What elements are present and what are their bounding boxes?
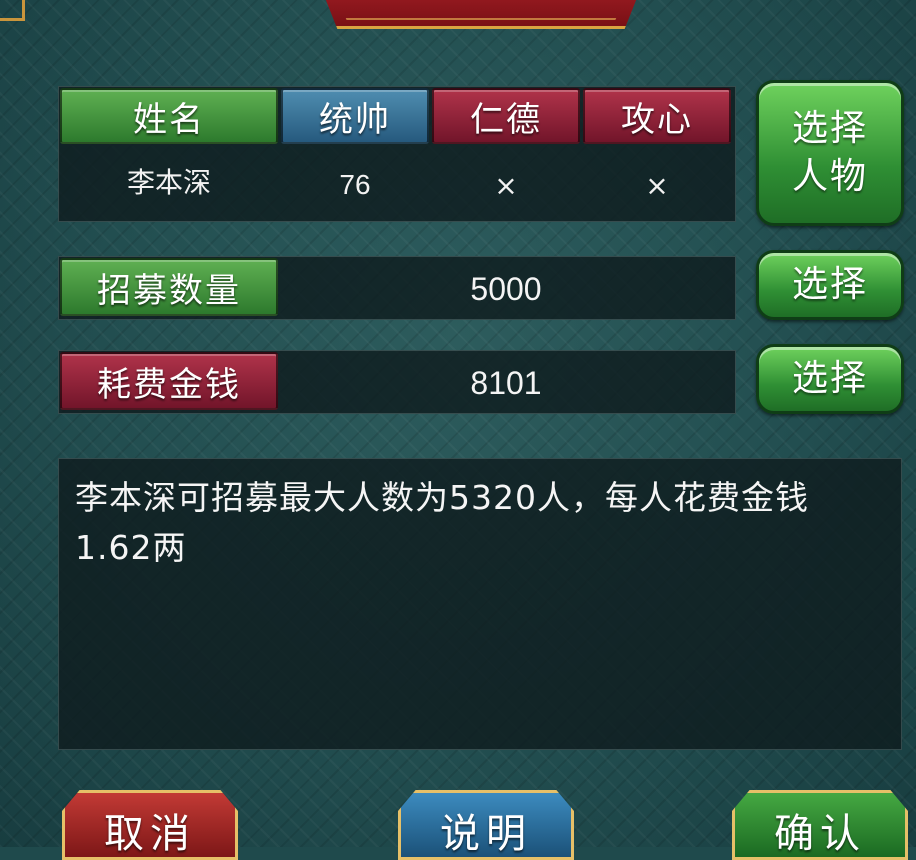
recruit-select-button[interactable]: 选择 [756, 250, 904, 320]
header-virtue[interactable]: 仁德 [432, 88, 580, 144]
cell-command: 76 [339, 169, 371, 200]
cost-label: 耗费金钱 [60, 352, 278, 410]
cell-persuasion: × [645, 168, 669, 202]
cancel-button[interactable]: 取消 [62, 790, 238, 860]
recruit-label: 招募数量 [60, 258, 278, 316]
select-character-label-2: 人物 [791, 156, 868, 197]
select-character-button[interactable]: 选择 人物 [756, 80, 904, 226]
cost-value: 8101 [470, 364, 542, 401]
header-command[interactable]: 统帅 [281, 88, 429, 144]
header-persuasion[interactable]: 攻心 [583, 88, 731, 144]
info-button[interactable]: 说明 [398, 790, 574, 860]
header-name[interactable]: 姓名 [60, 88, 278, 144]
cell-virtue: × [494, 168, 518, 202]
confirm-button[interactable]: 确认 [732, 790, 908, 860]
select-character-label-1: 选择 [791, 108, 868, 149]
title-plaque [310, 0, 652, 29]
corner-ornament [0, 0, 25, 21]
cell-name: 李本深 [126, 166, 211, 199]
recruit-value: 5000 [470, 270, 542, 307]
description-text: 李本深可招募最大人数为5320人，每人花费金钱1.62两 [58, 458, 902, 750]
cost-select-button[interactable]: 选择 [756, 344, 904, 414]
